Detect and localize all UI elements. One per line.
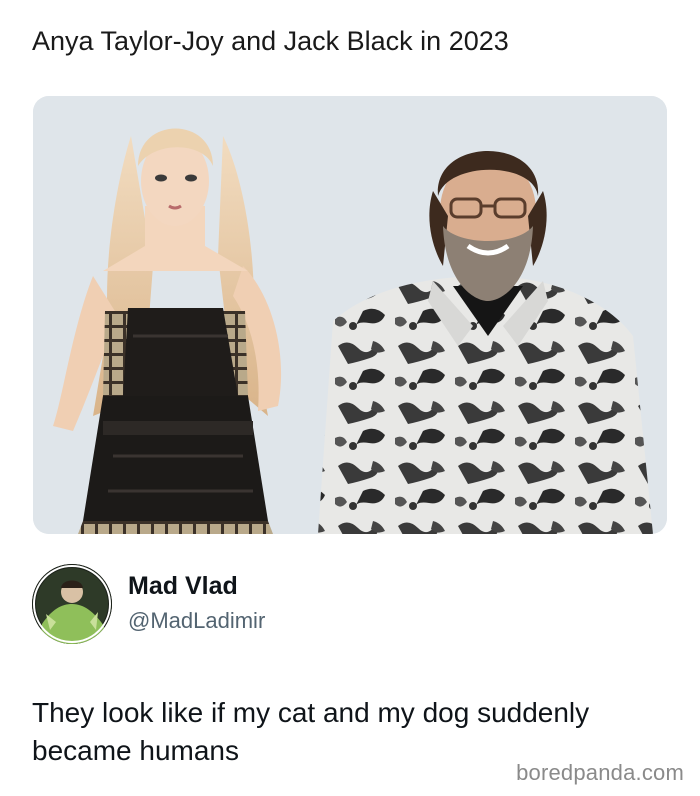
display-name[interactable]: Mad Vlad [128,572,238,601]
watermark: boredpanda.com [516,760,684,785]
tweet-text: They look like if my cat and my dog sudd… [32,697,590,766]
post-caption: Anya Taylor-Joy and Jack Black in 2023 [32,26,509,56]
avatar-image [32,564,112,644]
user-handle[interactable]: @MadLadimir [128,608,265,634]
post-photo[interactable] [33,96,667,534]
photo-illustration [33,96,667,534]
profile-avatar-icon[interactable] [32,564,112,644]
tweet-account-row: Mad Vlad @MadLadimir [32,562,632,648]
